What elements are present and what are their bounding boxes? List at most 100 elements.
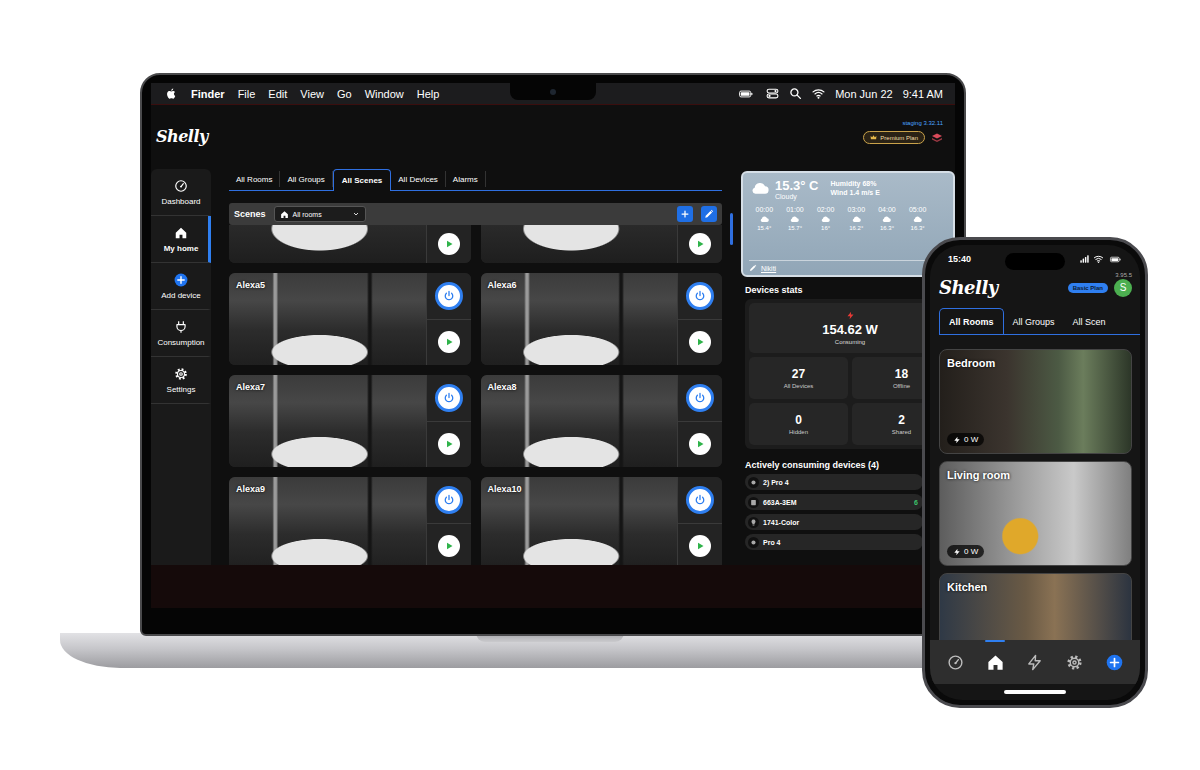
plan-badge[interactable]: Basic Plan [1068, 283, 1108, 293]
sidebar-item[interactable]: My home [151, 216, 211, 263]
device-badge [748, 517, 759, 528]
bolt-icon [953, 548, 961, 556]
scenes-title: Scenes [234, 209, 266, 219]
power-button[interactable] [686, 282, 714, 310]
device-row[interactable]: 663A-3EM6 [745, 494, 923, 510]
device-row[interactable]: 2) Pro 4 [745, 474, 923, 490]
menu-item[interactable]: File [238, 88, 256, 100]
menu-item[interactable]: Edit [268, 88, 287, 100]
shelly-logo[interactable]: Shelly [939, 277, 998, 298]
power-button[interactable] [686, 384, 714, 412]
stat-box[interactable]: 27All Devices [749, 357, 848, 399]
tab[interactable]: All Groups [1004, 311, 1064, 333]
play-button[interactable] [438, 535, 460, 557]
weather-location[interactable]: Nikiti [749, 260, 947, 272]
nav-item[interactable] [1060, 640, 1090, 684]
sidebar-label: Settings [167, 385, 196, 394]
tab[interactable]: All Groups [280, 171, 332, 187]
main-panel: All Rooms All GroupsAll ScenesAll Devices… [229, 169, 722, 565]
app-menu[interactable]: Finder [191, 88, 225, 100]
shelly-logo[interactable]: Shelly [156, 127, 208, 146]
scene-grid: Alexa5Alexa6Alexa7Alexa8Alexa9Alexa10 [229, 225, 722, 565]
stat-label: All Devices [784, 383, 814, 389]
device-badge [748, 497, 759, 508]
sidebar-item[interactable]: Consumption [151, 310, 211, 357]
play-button[interactable] [438, 433, 460, 455]
scrollbar-thumb[interactable] [730, 213, 733, 245]
tab[interactable]: Alarms [446, 171, 486, 187]
location-link[interactable]: Nikiti [761, 265, 776, 272]
play-cell [678, 225, 722, 263]
play-button[interactable] [689, 331, 711, 353]
tab-label: All Rooms [236, 175, 272, 184]
scene-card[interactable]: Alexa7 [229, 375, 471, 467]
sidebar-item[interactable]: Dashboard [151, 169, 211, 216]
nav-item[interactable] [1020, 640, 1050, 684]
scene-card[interactable]: Alexa9 [229, 477, 471, 565]
phone-screen: 15:40Shelly3.95.5Basic PlanSAll RoomsAll… [930, 245, 1140, 700]
date[interactable]: Mon Jun 22 [835, 88, 892, 100]
power-cell [678, 273, 722, 319]
laptop-screen: Finder File Edit View Go Window Help Mon Jun 22… [151, 83, 955, 608]
nav-item[interactable] [980, 640, 1010, 684]
menu-item[interactable]: View [300, 88, 324, 100]
tab[interactable]: All Rooms [229, 171, 280, 187]
room-card[interactable]: Living room0 W [939, 461, 1132, 566]
sidebar-item[interactable]: Settings [151, 357, 211, 404]
home-icon [280, 210, 289, 219]
play-button[interactable] [689, 233, 711, 255]
room-card[interactable]: Bedroom0 W [939, 349, 1132, 454]
menu-item[interactable]: Help [417, 88, 440, 100]
scene-card[interactable] [229, 225, 471, 263]
scene-card[interactable]: Alexa6 [481, 273, 723, 365]
scene-card[interactable]: Alexa8 [481, 375, 723, 467]
tab[interactable]: All Scenes [333, 169, 391, 191]
home-indicator [1004, 690, 1066, 694]
device-icon [750, 479, 757, 486]
phone: 15:40Shelly3.95.5Basic PlanSAll RoomsAll… [922, 237, 1148, 708]
room-power: 0 W [947, 545, 984, 558]
tab[interactable]: All Rooms [939, 308, 1004, 335]
scene-card[interactable]: Alexa10 [481, 477, 723, 565]
plan-badge[interactable]: Premium Plan [863, 131, 925, 144]
device-row[interactable]: Pro 4 [745, 534, 923, 550]
nav-item[interactable] [941, 640, 971, 684]
user-avatar[interactable]: S [1114, 279, 1132, 297]
play-button[interactable] [438, 233, 460, 255]
home-icon [174, 226, 188, 240]
play-button[interactable] [438, 331, 460, 353]
header-row: Premium Plan [863, 131, 943, 144]
room-card[interactable]: Kitchen [939, 573, 1132, 640]
plug-icon [174, 320, 188, 334]
stat-box[interactable]: 0Hidden [749, 403, 848, 445]
tab[interactable]: All Scen [1064, 311, 1115, 333]
edit-scenes-button[interactable] [701, 206, 717, 222]
play-cell [678, 523, 722, 566]
forecast-hour: 01:0015.7° [780, 206, 811, 231]
hour-time: 00:00 [756, 206, 774, 213]
power-button[interactable] [435, 282, 463, 310]
device-row[interactable]: 1741-Color [745, 514, 923, 530]
scene-card[interactable]: Alexa5 [229, 273, 471, 365]
power-button[interactable] [686, 486, 714, 514]
tab[interactable]: All Devices [391, 171, 446, 187]
weather-temp-block: 15.3° CCloudy [775, 178, 819, 200]
phone-header-row: Basic Plan S [1068, 279, 1132, 297]
play-button[interactable] [689, 535, 711, 557]
forecast-hour: 05:0016.3° [902, 206, 933, 231]
power-value: 154.62 W [822, 322, 878, 337]
power-button[interactable] [435, 486, 463, 514]
add-scene-button[interactable] [677, 206, 693, 222]
menu-item[interactable]: Window [365, 88, 404, 100]
play-cell [678, 421, 722, 468]
sidebar-item[interactable]: Add device [151, 263, 211, 310]
play-button[interactable] [689, 433, 711, 455]
menu-item[interactable]: Go [337, 88, 352, 100]
nav-item[interactable] [1099, 640, 1129, 684]
clock[interactable]: 9:41 AM [903, 88, 943, 100]
power-button[interactable] [435, 384, 463, 412]
scrollbar[interactable] [722, 169, 741, 565]
scene-card[interactable] [481, 225, 723, 263]
room-filter-dropdown[interactable]: All rooms [274, 206, 366, 222]
device-name: 2) Pro 4 [763, 479, 789, 486]
